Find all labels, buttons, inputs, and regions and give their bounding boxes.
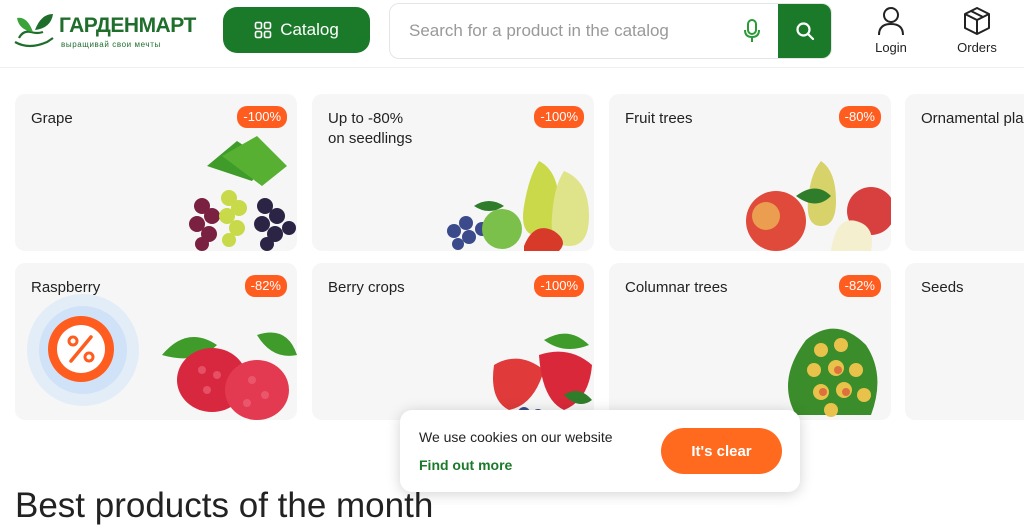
microphone-icon[interactable] (742, 19, 762, 43)
category-card-raspberry[interactable]: Raspberry -82% (15, 263, 297, 420)
card-title: Fruit trees (625, 110, 693, 127)
accept-cookies-button[interactable]: It's clear (661, 428, 782, 474)
box-icon (964, 7, 990, 35)
category-card-seeds[interactable]: Seeds (905, 263, 1024, 420)
search-icon (795, 22, 814, 41)
percent-icon[interactable] (23, 293, 143, 413)
discount-badge: -100% (237, 106, 287, 128)
cookie-banner: We use cookies on our website Find out m… (400, 410, 800, 492)
orders-button[interactable]: Orders (947, 6, 1007, 58)
discount-badge: -82% (244, 275, 287, 297)
search-button[interactable] (778, 4, 831, 58)
user-icon (878, 7, 904, 36)
columnar-tree-image (788, 328, 878, 417)
discount-badge: -82% (838, 275, 881, 297)
apples-pears-image (746, 161, 891, 251)
discount-badge: -100% (534, 275, 584, 297)
cookie-text: We use cookies on our website (419, 429, 613, 445)
logo-title: ГАРДЕНМАРТ (59, 14, 196, 37)
category-card-columnar-trees[interactable]: Columnar trees -82% (609, 263, 891, 420)
search-input[interactable] (390, 4, 751, 58)
logo-leaf-hand-icon (14, 14, 54, 48)
login-button[interactable]: Login (861, 6, 921, 58)
orders-label: Orders (957, 40, 997, 55)
category-card-seedlings[interactable]: Up to -80% on seedlings -100% (312, 94, 594, 251)
logo[interactable]: ГАРДЕНМАРТ выращивай свои мечты (13, 8, 208, 52)
card-title: Seeds (921, 279, 964, 296)
find-out-more-link[interactable]: Find out more (419, 457, 512, 473)
card-title: Ornamental plants (921, 110, 1024, 127)
header-divider (0, 67, 1024, 68)
logo-subtitle: выращивай свои мечты (61, 40, 161, 49)
discount-badge: -80% (838, 106, 881, 128)
category-card-berry-crops[interactable]: Berry crops -100% (312, 263, 594, 420)
card-title: Grape (31, 110, 73, 127)
search-bar (389, 3, 832, 59)
category-card-grape[interactable]: Grape -100% (15, 94, 297, 251)
grid-icon (254, 21, 272, 39)
catalog-button[interactable]: Catalog (223, 7, 370, 53)
card-title: Berry crops (328, 279, 405, 296)
fruit-mix-image (447, 161, 589, 251)
card-title: Columnar trees (625, 279, 728, 296)
category-card-ornamental[interactable]: Ornamental plants (905, 94, 1024, 251)
berries-image (493, 333, 592, 420)
site-header: ГАРДЕНМАРТ выращивай свои мечты Catalog (0, 0, 1024, 66)
login-label: Login (875, 40, 907, 55)
category-card-fruit-trees[interactable]: Fruit trees -80% (609, 94, 891, 251)
raspberry-image (162, 332, 297, 420)
card-title: Up to -80% on seedlings (328, 110, 413, 147)
grape-image (189, 136, 296, 251)
catalog-label: Catalog (280, 20, 339, 39)
section-title: Best products of the month (15, 486, 434, 525)
discount-badge: -100% (534, 106, 584, 128)
